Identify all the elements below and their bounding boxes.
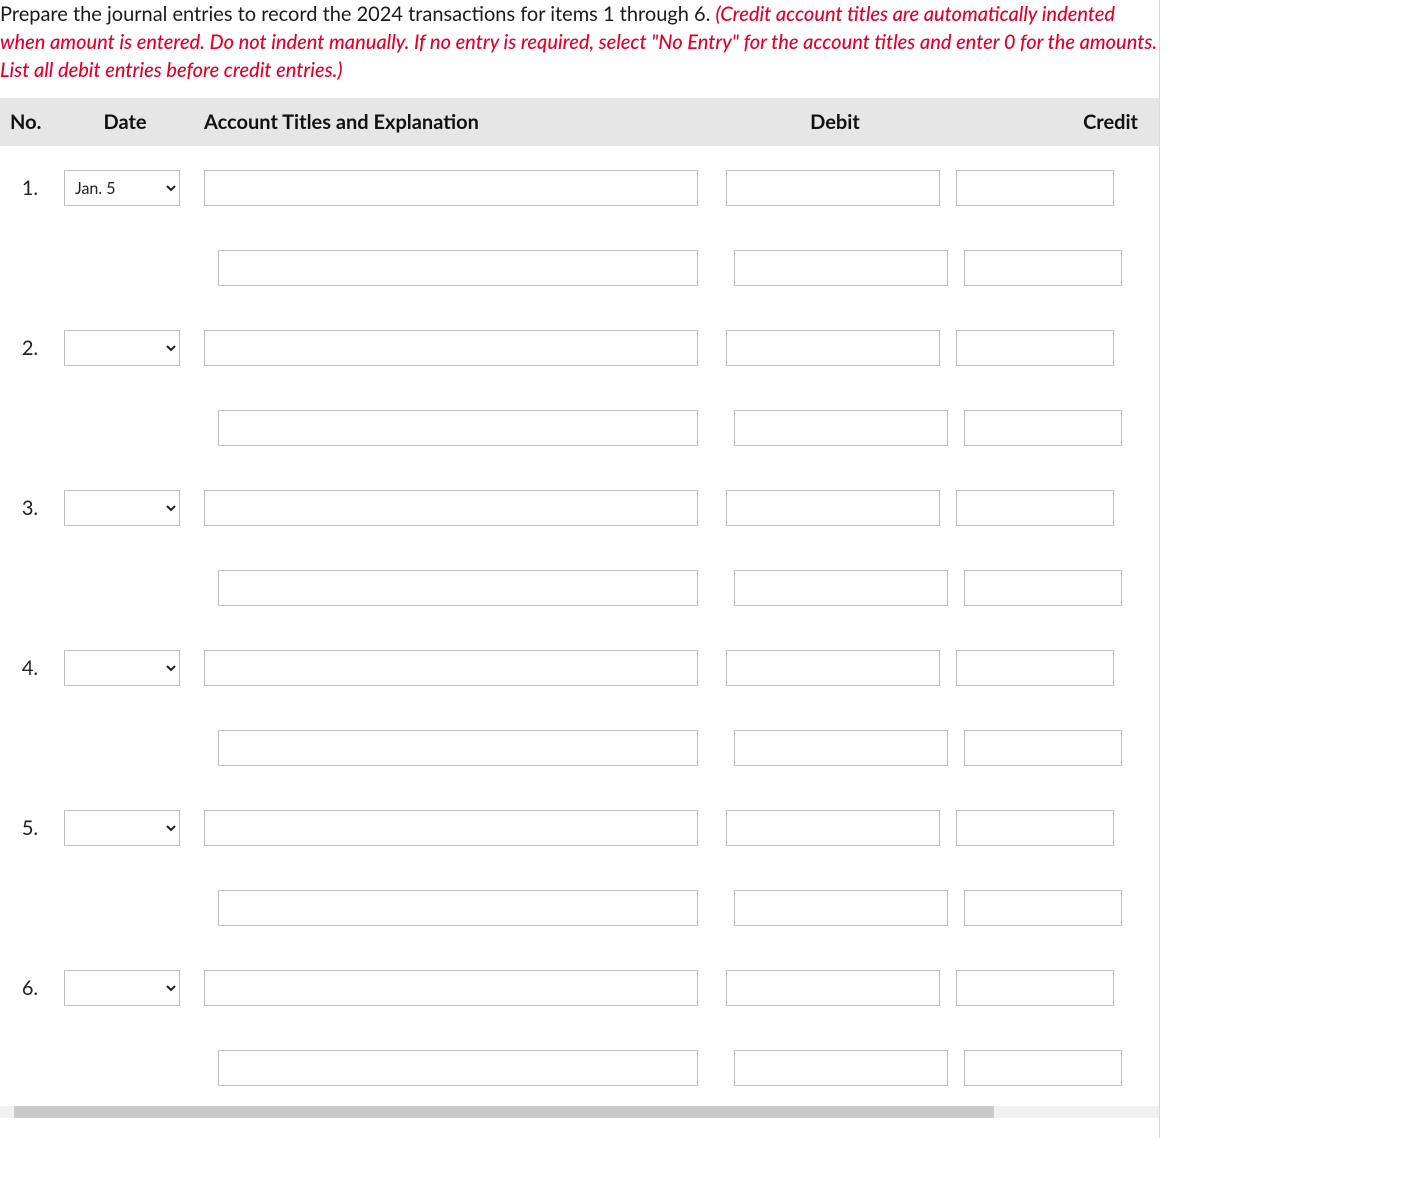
credit-input[interactable] xyxy=(956,490,1114,526)
account-input[interactable] xyxy=(204,970,698,1006)
debit-input[interactable] xyxy=(726,330,940,366)
debit-input[interactable] xyxy=(726,970,940,1006)
journal-entry-4-line-2 xyxy=(0,730,1159,766)
horizontal-scrollbar[interactable] xyxy=(0,1106,1159,1118)
debit-input[interactable] xyxy=(734,890,948,926)
journal-entry-6-line-2 xyxy=(0,1050,1159,1086)
entry-number: 1. xyxy=(0,176,60,200)
entry-number: 5. xyxy=(0,816,60,840)
entry-number: 4. xyxy=(0,656,60,680)
header-date: Date xyxy=(60,110,190,134)
entry-number: 3. xyxy=(0,496,60,520)
account-input[interactable] xyxy=(204,810,698,846)
date-select[interactable] xyxy=(64,970,180,1006)
credit-input[interactable] xyxy=(964,890,1122,926)
account-input[interactable] xyxy=(218,890,698,926)
journal-entry-3-line-2 xyxy=(0,570,1159,606)
journal-entry-1-line-2 xyxy=(0,250,1159,286)
account-input[interactable] xyxy=(218,250,698,286)
debit-input[interactable] xyxy=(734,250,948,286)
credit-input[interactable] xyxy=(964,250,1122,286)
journal-entry-1-line-1: 1. Jan. 5 xyxy=(0,170,1159,206)
debit-input[interactable] xyxy=(726,170,940,206)
date-select[interactable] xyxy=(64,650,180,686)
date-select[interactable] xyxy=(64,330,180,366)
date-select[interactable] xyxy=(64,810,180,846)
date-select[interactable] xyxy=(64,490,180,526)
credit-input[interactable] xyxy=(964,410,1122,446)
question-container: Prepare the journal entries to record th… xyxy=(0,0,1160,1138)
debit-input[interactable] xyxy=(726,490,940,526)
credit-input[interactable] xyxy=(964,1050,1122,1086)
credit-input[interactable] xyxy=(956,810,1114,846)
header-account: Account Titles and Explanation xyxy=(190,110,720,134)
journal-entry-2-line-2 xyxy=(0,410,1159,446)
credit-input[interactable] xyxy=(956,330,1114,366)
journal-entry-5-line-1: 5. xyxy=(0,810,1159,846)
account-input[interactable] xyxy=(218,570,698,606)
account-input[interactable] xyxy=(204,330,698,366)
entry-number: 2. xyxy=(0,336,60,360)
credit-input[interactable] xyxy=(956,170,1114,206)
account-input[interactable] xyxy=(218,410,698,446)
header-debit: Debit xyxy=(720,110,950,134)
scrollbar-thumb[interactable] xyxy=(14,1106,994,1118)
account-input[interactable] xyxy=(204,650,698,686)
credit-input[interactable] xyxy=(956,650,1114,686)
header-no: No. xyxy=(0,110,60,134)
journal-entry-5-line-2 xyxy=(0,890,1159,926)
credit-input[interactable] xyxy=(964,570,1122,606)
account-input[interactable] xyxy=(218,730,698,766)
debit-input[interactable] xyxy=(734,1050,948,1086)
account-input[interactable] xyxy=(204,490,698,526)
date-select[interactable]: Jan. 5 xyxy=(64,170,180,206)
debit-input[interactable] xyxy=(734,410,948,446)
debit-input[interactable] xyxy=(726,650,940,686)
debit-input[interactable] xyxy=(734,730,948,766)
debit-input[interactable] xyxy=(726,810,940,846)
journal-entry-6-line-1: 6. xyxy=(0,970,1159,1006)
account-input[interactable] xyxy=(218,1050,698,1086)
journal-entry-4-line-1: 4. xyxy=(0,650,1159,686)
instructions-text: Prepare the journal entries to record th… xyxy=(0,2,715,26)
instructions: Prepare the journal entries to record th… xyxy=(0,0,1159,98)
entry-number: 6. xyxy=(0,976,60,1000)
debit-input[interactable] xyxy=(734,570,948,606)
credit-input[interactable] xyxy=(964,730,1122,766)
journal-entry-3-line-1: 3. xyxy=(0,490,1159,526)
journal-entry-2-line-1: 2. xyxy=(0,330,1159,366)
journal-rows: 1. Jan. 5 2. xyxy=(0,146,1159,1086)
header-credit: Credit xyxy=(950,110,1140,134)
table-header: No. Date Account Titles and Explanation … xyxy=(0,98,1159,146)
account-input[interactable] xyxy=(204,170,698,206)
credit-input[interactable] xyxy=(956,970,1114,1006)
